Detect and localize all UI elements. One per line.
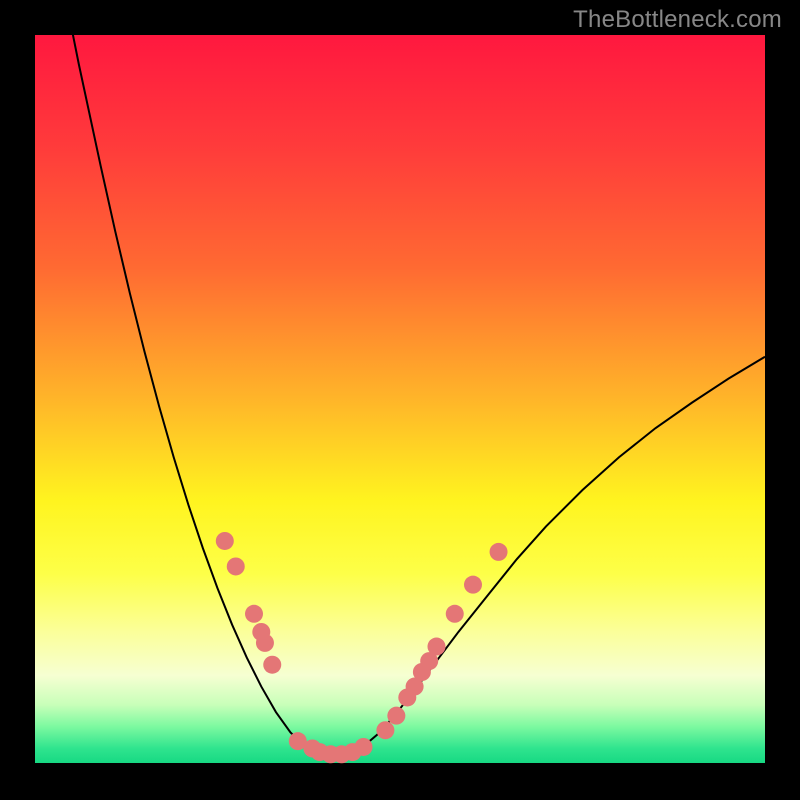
data-marker xyxy=(227,557,245,575)
data-marker xyxy=(490,543,508,561)
bottleneck-chart xyxy=(0,0,800,800)
data-marker xyxy=(256,634,274,652)
watermark-text: TheBottleneck.com xyxy=(573,6,782,34)
data-marker xyxy=(355,738,373,756)
data-marker xyxy=(464,576,482,594)
chart-container: TheBottleneck.com xyxy=(0,0,800,800)
data-marker xyxy=(216,532,234,550)
data-marker xyxy=(245,605,263,623)
data-marker xyxy=(446,605,464,623)
data-marker xyxy=(428,638,446,656)
data-marker xyxy=(387,707,405,725)
data-marker xyxy=(376,721,394,739)
data-marker xyxy=(263,656,281,674)
plot-background xyxy=(35,35,765,763)
